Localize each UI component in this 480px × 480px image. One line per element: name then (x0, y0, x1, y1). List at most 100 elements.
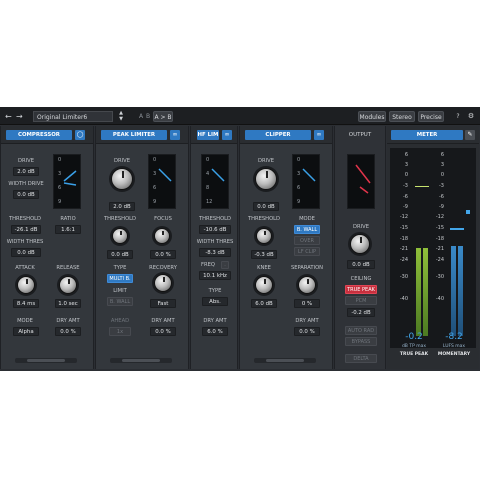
ceiling-label: CEILING (350, 276, 372, 282)
focus-knob[interactable] (154, 228, 170, 244)
knee-value[interactable]: 6.0 dB (251, 299, 277, 308)
meter-scale-tick: 6 (404, 152, 408, 158)
back-arrow-icon[interactable]: ← (5, 111, 13, 122)
freq-value[interactable]: 10.1 kHz (199, 271, 231, 280)
ratio-value[interactable]: 1.6:1 (55, 225, 81, 234)
ab-a-button[interactable]: A (139, 111, 145, 122)
ceiling-value[interactable]: -0.2 dB (347, 308, 375, 317)
meter-scale-tick: -12 (435, 214, 444, 220)
release-knob[interactable] (59, 276, 77, 294)
output-drive-knob[interactable] (350, 234, 370, 254)
meter-button[interactable]: METER (391, 130, 463, 140)
threshold-value[interactable]: 0.0 dB (107, 250, 133, 259)
recovery-knob[interactable] (154, 274, 172, 292)
meter-scale-tick: -15 (435, 225, 444, 231)
target-marker-icon[interactable] (466, 210, 470, 214)
stereo-button[interactable]: Stereo (389, 111, 415, 122)
meter-scale-tick: -6 (439, 194, 444, 200)
meter-scale-tick: -24 (435, 257, 444, 263)
drive-value[interactable]: 2.0 dB (13, 167, 39, 176)
drive-label: DRIVE (353, 224, 369, 230)
separation-knob[interactable] (298, 276, 316, 294)
true-peak-bar (423, 248, 428, 336)
true-peak-value: -0.2 (405, 332, 423, 342)
output-drive-value[interactable]: 0.0 dB (347, 260, 375, 269)
auto-rad-button[interactable]: AUTO RAD (345, 326, 377, 335)
help-button[interactable]: ? (454, 111, 462, 122)
clip-trace-icon (355, 164, 371, 194)
type-multiband-button[interactable]: MULTI B. (107, 274, 133, 283)
hf-limiter-enable-button[interactable]: HF LIM (197, 130, 219, 140)
clipper-scrollbar[interactable] (254, 358, 316, 363)
mode-lf-clip-button[interactable]: LF CLIP (294, 247, 320, 256)
compressor-scrollbar[interactable] (15, 358, 77, 363)
width-drive-value[interactable]: 0.0 dB (13, 190, 39, 199)
meter-header: METER ✎ (387, 126, 479, 144)
drive-knob[interactable] (111, 168, 133, 190)
link-icon[interactable]: ∞ (170, 130, 180, 140)
forward-arrow-icon[interactable]: → (16, 111, 24, 122)
clipper-gain-scope: 0 3 6 9 (292, 154, 320, 209)
mode-brickwall-button[interactable]: B. WALL (294, 225, 320, 234)
focus-value[interactable]: 0.0 % (150, 250, 176, 259)
ceiling-true-peak-button[interactable]: TRUE PEAK (345, 285, 377, 294)
threshold-value[interactable]: -0.3 dB (251, 250, 277, 259)
width-thres-value[interactable]: -8.3 dB (199, 248, 231, 257)
freq-link-button[interactable]: · (221, 261, 229, 269)
compressor-enable-button[interactable]: COMPRESSOR (6, 130, 72, 140)
mode-over-button[interactable]: OVER (294, 236, 320, 245)
threshold-label: THRESHOLD (103, 216, 137, 222)
limit-brickwall-button[interactable]: B. WALL (107, 297, 133, 306)
attack-knob[interactable] (17, 276, 35, 294)
threshold-knob[interactable] (112, 228, 128, 244)
dry-amt-value[interactable]: 0.0 % (294, 327, 320, 336)
width-thres-value[interactable]: 0.0 dB (11, 248, 41, 257)
delta-button[interactable]: DELTA (345, 354, 377, 363)
meter-display: 6 6 3 3 0 0 -3 -3 -6 -6 -9 -9 -12 -12 -15 -15 -18 -18 -21 -… (390, 148, 476, 348)
modules-button[interactable]: Modules (358, 111, 386, 122)
ahead-value[interactable]: 1x (109, 327, 131, 336)
threshold-value[interactable]: -26.1 dB (11, 225, 41, 234)
link-icon[interactable]: ◯ (75, 130, 85, 140)
preset-selector[interactable]: Original Limiter6 (33, 111, 113, 122)
meter-scale-tick: -9 (403, 204, 408, 210)
meter-scale-tick: -21 (399, 246, 408, 252)
peak-limiter-scrollbar[interactable] (110, 358, 172, 363)
ab-b-button[interactable]: B (146, 111, 152, 122)
meter-scale-tick: 0 (440, 172, 444, 178)
limiter-plugin-window: ← → Original Limiter6 ▲ ▼ A B A > B Modul… (0, 107, 480, 371)
meter-settings-icon[interactable]: ✎ (465, 130, 475, 140)
drive-value[interactable]: 0.0 dB (253, 202, 279, 211)
knee-knob[interactable] (255, 276, 273, 294)
attack-label: ATTACK (15, 265, 35, 271)
attack-value[interactable]: 8.4 ms (13, 299, 39, 308)
precise-button[interactable]: Precise (418, 111, 444, 122)
clipper-enable-button[interactable]: CLIPPER (245, 130, 311, 140)
drive-label: DRIVE (114, 158, 130, 164)
drive-knob[interactable] (255, 168, 277, 190)
settings-icon[interactable]: ⚙ (467, 111, 475, 122)
link-icon[interactable]: ∞ (222, 130, 232, 140)
peak-limiter-enable-button[interactable]: PEAK LIMITER (101, 130, 167, 140)
compressor-header: COMPRESSOR ◯ (1, 126, 93, 144)
true-peak-unit: dB TP max (401, 344, 427, 349)
link-icon[interactable]: ∞ (314, 130, 324, 140)
release-value[interactable]: 1.0 sec (55, 299, 81, 308)
mode-value[interactable]: Alpha (13, 327, 39, 336)
preset-up-down-icon[interactable]: ▲ ▼ (117, 110, 125, 122)
ceiling-pcm-button[interactable]: PCM (345, 296, 377, 305)
drive-value[interactable]: 2.0 dB (109, 202, 135, 211)
meter-scale-tick: -18 (435, 236, 444, 242)
threshold-value[interactable]: -10.6 dB (199, 225, 231, 234)
ab-copy-button[interactable]: A > B (153, 111, 173, 122)
dry-amt-value[interactable]: 6.0 % (202, 327, 228, 336)
separation-value[interactable]: 0 % (294, 299, 320, 308)
type-value[interactable]: Abs. (202, 297, 228, 306)
bypass-button[interactable]: BYPASS (345, 337, 377, 346)
recovery-value[interactable]: Fast (150, 299, 176, 308)
dry-amt-value[interactable]: 0.0 % (150, 327, 176, 336)
meter-scale-tick: 0 (404, 172, 408, 178)
dry-amt-value[interactable]: 0.0 % (55, 327, 81, 336)
type-label: TYPE (113, 265, 127, 271)
threshold-knob[interactable] (256, 228, 272, 244)
